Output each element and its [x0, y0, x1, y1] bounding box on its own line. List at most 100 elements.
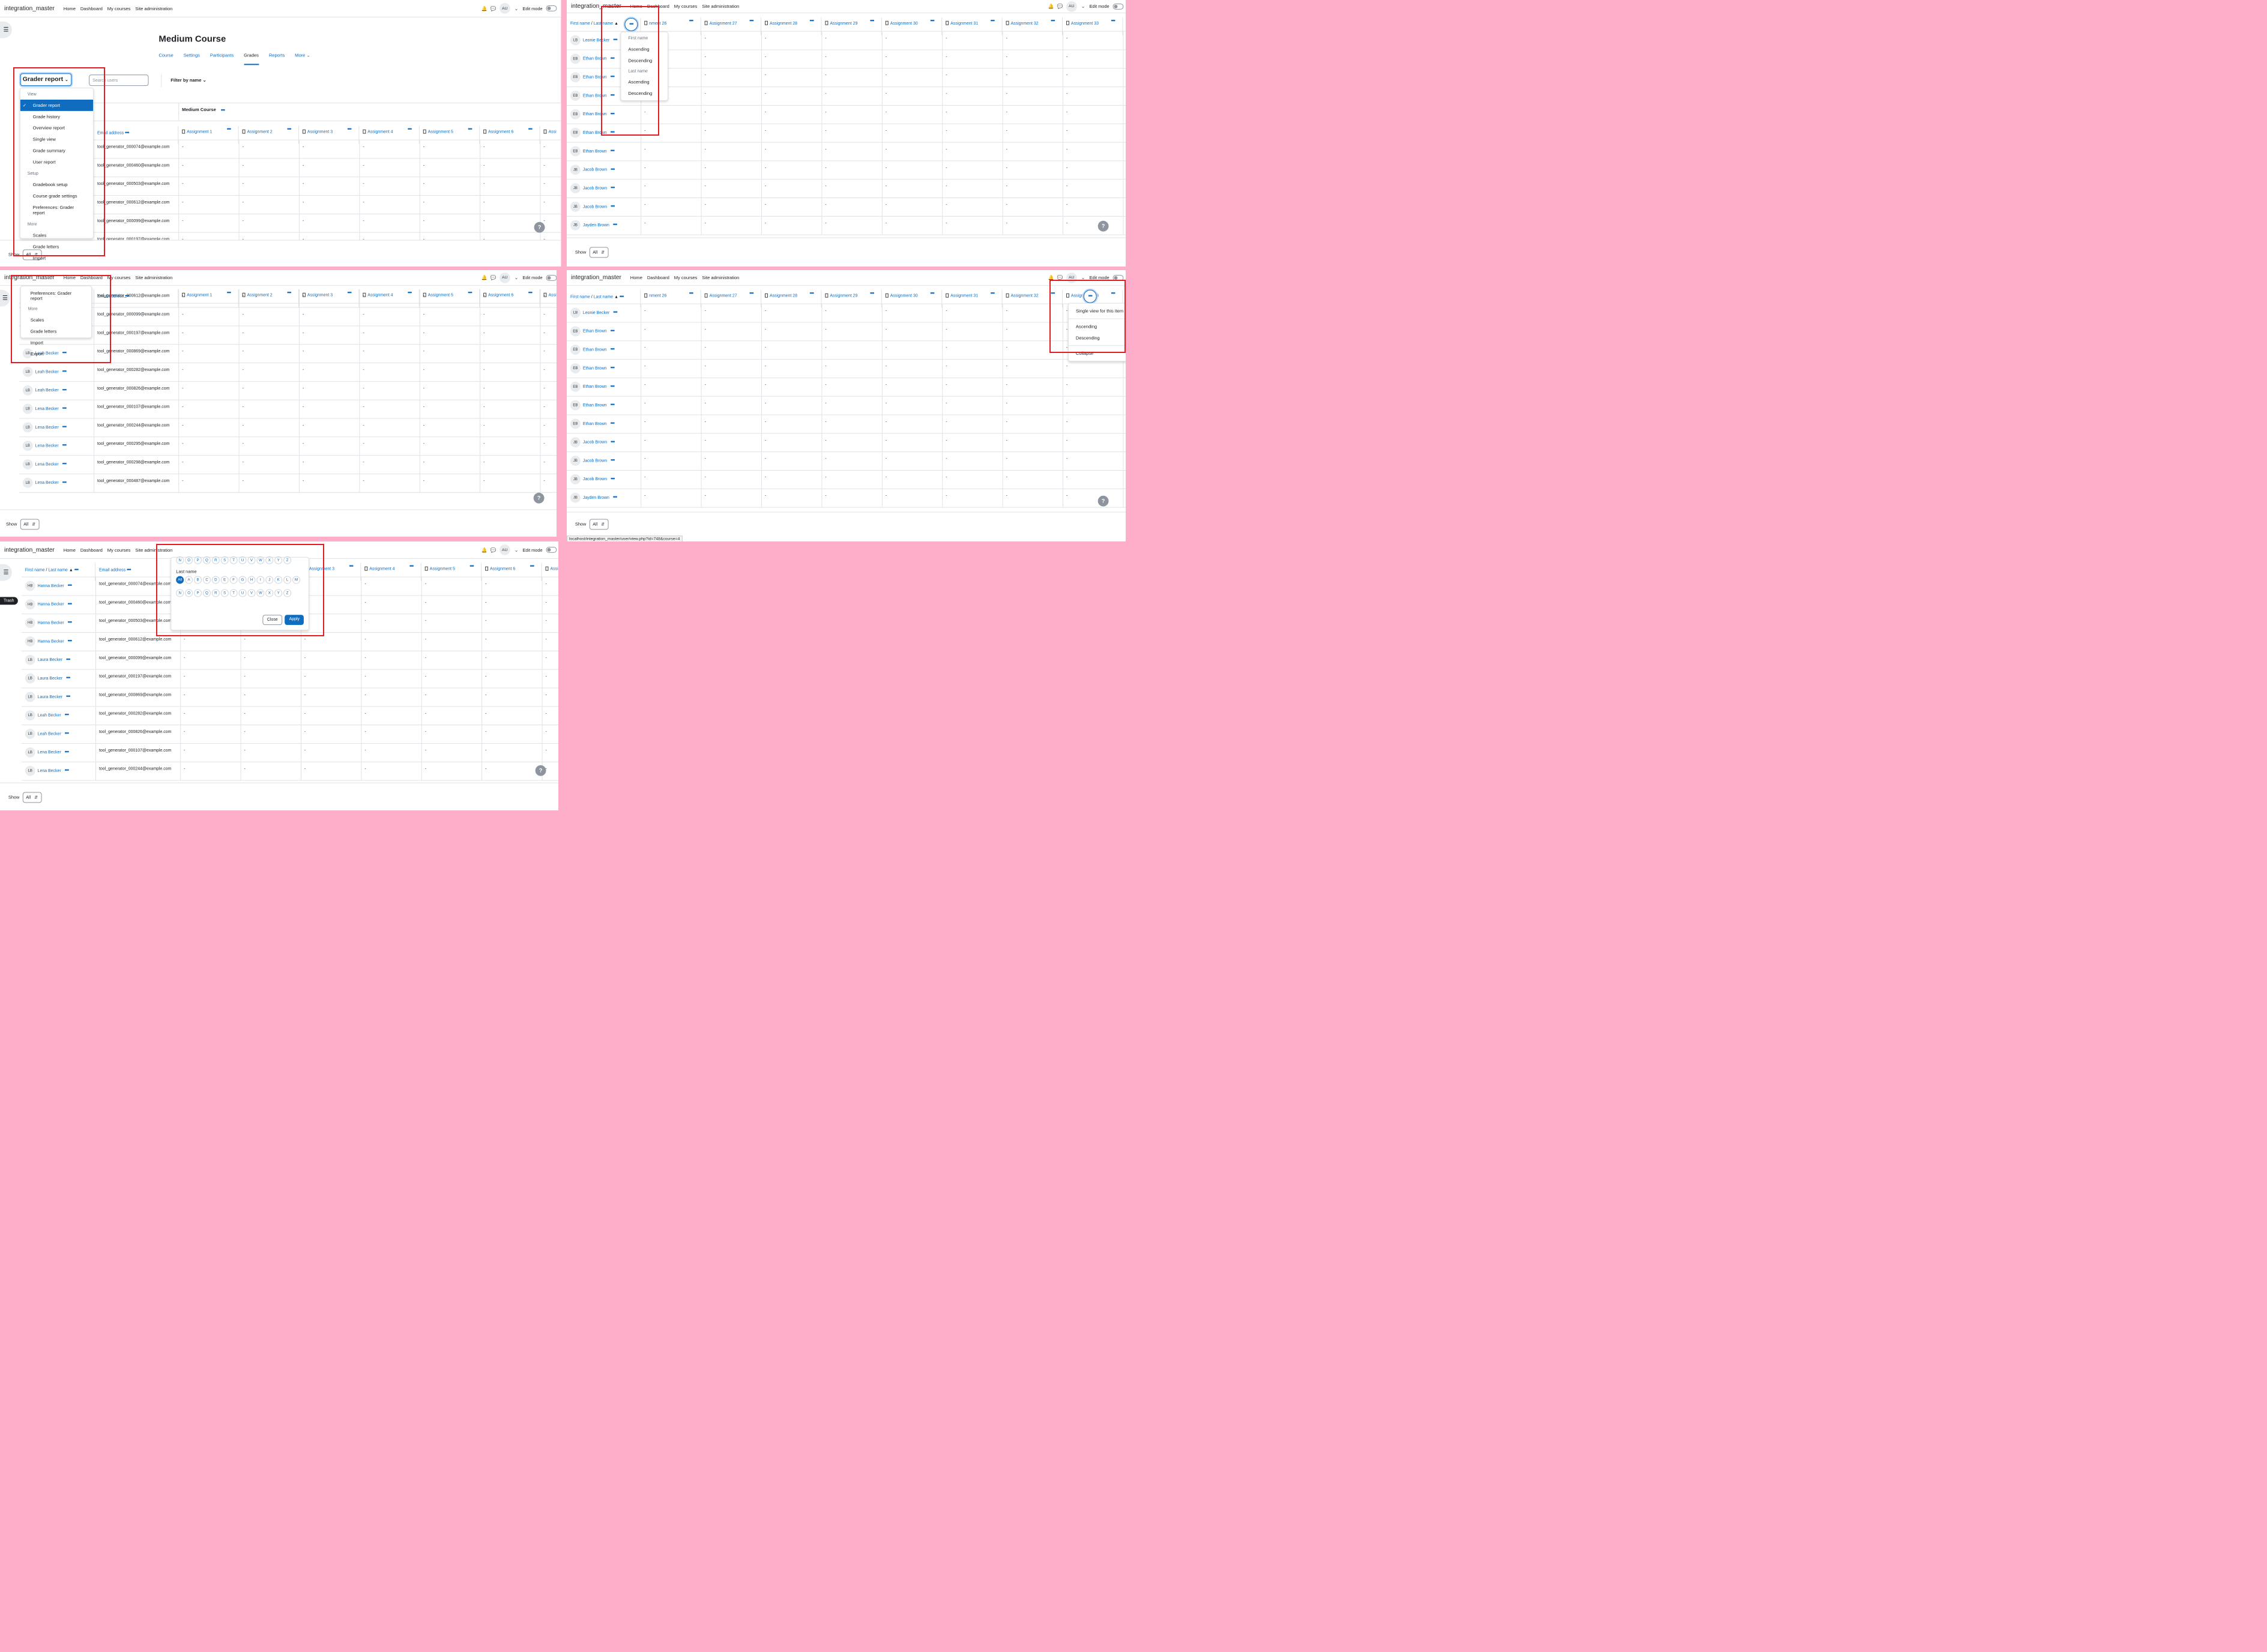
user-actions-dots[interactable]: ••• — [68, 638, 72, 644]
grade-cell[interactable]: - — [882, 322, 942, 341]
chevron-down-icon[interactable]: ⌄ — [514, 5, 519, 11]
grade-cell[interactable]: - — [420, 419, 480, 438]
user-actions-dots[interactable]: ••• — [68, 601, 72, 607]
grade-cell[interactable]: - — [542, 670, 558, 689]
grade-cell[interactable]: - — [480, 382, 540, 400]
user-actions-dots[interactable]: ••• — [613, 222, 617, 228]
grade-cell[interactable]: - — [359, 456, 419, 474]
user-name-link[interactable]: Ethan Brown — [583, 422, 607, 426]
grade-cell[interactable]: - — [481, 744, 542, 762]
grade-cell[interactable]: - — [1003, 68, 1063, 87]
user-avatar[interactable]: AU — [499, 2, 510, 14]
grade-cell[interactable]: - — [701, 50, 761, 68]
grade-cell[interactable]: - — [882, 341, 942, 360]
tab-participants[interactable]: Participants — [210, 52, 234, 65]
grade-cell[interactable]: - — [239, 400, 299, 419]
grade-cell[interactable]: - — [942, 68, 1002, 87]
grade-cell[interactable]: - — [1063, 378, 1123, 397]
help-button[interactable]: ? — [533, 492, 545, 504]
user-name-link[interactable]: Ethan Brown — [583, 403, 607, 408]
grade-cell[interactable]: - — [1063, 50, 1123, 68]
user-initials-avatar[interactable]: EB — [570, 363, 581, 373]
grade-cell[interactable]: - — [359, 437, 419, 456]
grade-cell[interactable]: - — [299, 437, 359, 456]
grade-cell[interactable]: - — [1003, 378, 1063, 397]
user-initials-avatar[interactable]: JB — [570, 164, 581, 175]
grade-cell[interactable]: - — [481, 651, 542, 670]
user-initials-avatar[interactable]: JB — [570, 456, 581, 466]
grade-cell[interactable]: - — [761, 489, 821, 508]
grade-cell[interactable]: - — [480, 474, 540, 493]
grade-cell[interactable]: - — [1123, 471, 1126, 489]
grade-cell[interactable]: - — [821, 161, 881, 179]
user-initials-avatar[interactable]: EB — [570, 418, 581, 429]
grade-cell[interactable]: - — [481, 633, 542, 651]
grade-cell[interactable]: - — [178, 308, 238, 327]
grade-cell[interactable]: - — [178, 326, 238, 345]
grade-cell[interactable]: - — [178, 214, 238, 233]
grade-cell[interactable]: - — [542, 651, 558, 670]
grade-cell[interactable]: - — [1063, 198, 1123, 217]
grade-cell[interactable]: - — [821, 341, 881, 360]
grade-cell[interactable]: - — [180, 651, 240, 670]
grade-cell[interactable]: - — [180, 689, 240, 707]
user-avatar[interactable]: AU — [1066, 1, 1077, 12]
grade-cell[interactable]: - — [1123, 378, 1126, 397]
grade-cell[interactable]: - — [942, 471, 1002, 489]
grade-cell[interactable]: - — [540, 419, 557, 438]
tab-reports[interactable]: Reports — [269, 52, 285, 65]
grade-cell[interactable]: - — [1003, 161, 1063, 179]
grade-cell[interactable]: - — [882, 452, 942, 471]
user-actions-dots[interactable]: ••• — [66, 675, 70, 681]
filter-by-name-button[interactable]: Filter by name ⌄ — [171, 77, 207, 83]
grade-cell[interactable]: - — [301, 725, 361, 744]
grade-cell[interactable]: - — [1003, 106, 1063, 124]
grade-cell[interactable]: - — [761, 179, 821, 198]
grade-cell[interactable]: - — [942, 50, 1002, 68]
grade-cell[interactable]: - — [882, 179, 942, 198]
grade-cell[interactable]: - — [821, 304, 881, 323]
grade-cell[interactable]: - — [359, 382, 419, 400]
grade-cell[interactable]: - — [761, 50, 821, 68]
edit-mode-toggle[interactable] — [1112, 3, 1124, 10]
grade-cell[interactable]: - — [1003, 471, 1063, 489]
user-initials-avatar[interactable]: HB — [25, 599, 35, 610]
chat-icon[interactable]: 💬 — [491, 275, 497, 280]
grade-cell[interactable]: - — [1003, 433, 1063, 452]
grade-cell[interactable]: - — [701, 341, 761, 360]
grade-cell[interactable]: - — [641, 360, 701, 378]
user-initials-avatar[interactable]: EB — [570, 91, 581, 101]
user-initials-avatar[interactable]: LB — [25, 729, 35, 740]
grade-cell[interactable]: - — [480, 158, 540, 177]
chevron-down-icon[interactable]: ⌄ — [514, 547, 519, 552]
grade-cell[interactable]: - — [1123, 106, 1126, 124]
user-initials-avatar[interactable]: LB — [25, 692, 35, 702]
grade-cell[interactable]: - — [420, 140, 480, 159]
user-name-link[interactable]: Ethan Brown — [583, 330, 607, 334]
user-name-link[interactable]: Lena Becker — [35, 426, 59, 430]
assignment-actions-dots[interactable]: ••• — [991, 290, 995, 296]
user-initials-avatar[interactable]: HB — [25, 618, 35, 629]
grade-cell[interactable]: - — [761, 106, 821, 124]
grade-cell[interactable]: - — [1003, 397, 1063, 415]
course-index-toggle[interactable]: ☰ — [0, 21, 12, 38]
user-name-link[interactable]: Lena Becker — [38, 750, 61, 755]
grade-cell[interactable]: - — [701, 397, 761, 415]
grade-cell[interactable]: - — [540, 400, 557, 419]
grade-cell[interactable]: - — [882, 143, 942, 161]
user-name-link[interactable]: Lena Becker — [35, 481, 59, 485]
grade-cell[interactable]: - — [239, 177, 299, 196]
grade-cell[interactable]: - — [942, 452, 1002, 471]
assignment-actions-dots[interactable]: ••• — [227, 126, 231, 132]
assignment-actions-dots[interactable]: ••• — [469, 563, 474, 569]
grade-cell[interactable]: - — [359, 400, 419, 419]
grade-cell[interactable]: - — [241, 689, 301, 707]
user-actions-dots[interactable]: ••• — [611, 402, 615, 408]
grade-cell[interactable]: - — [421, 577, 481, 596]
grade-cell[interactable]: - — [420, 382, 480, 400]
nav-my-courses[interactable]: My courses — [107, 5, 131, 11]
grade-cell[interactable]: - — [239, 437, 299, 456]
grade-cell[interactable]: - — [1063, 452, 1123, 471]
grade-cell[interactable]: - — [299, 196, 359, 214]
user-actions-dots[interactable]: ••• — [611, 166, 615, 172]
